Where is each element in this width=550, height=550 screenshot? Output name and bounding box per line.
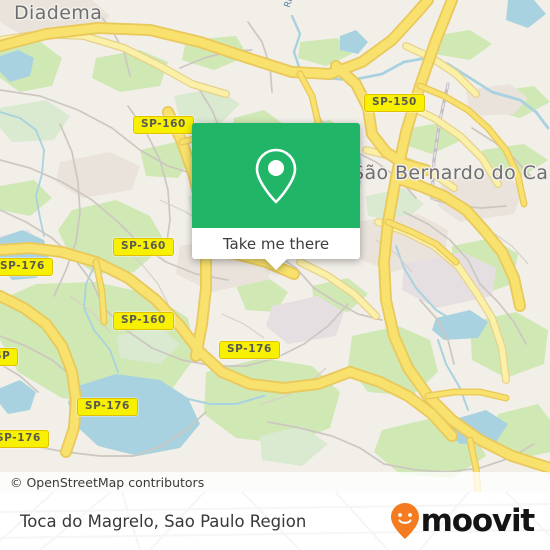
map-shield-sp-176-c[interactable]: SP-176: [77, 398, 138, 416]
map-shield-sp-176-b[interactable]: SP-176: [219, 341, 280, 359]
callout-pointer-tail: [265, 259, 287, 270]
map-pin-icon: [255, 148, 297, 203]
openstreetmap-attribution-text[interactable]: © OpenStreetMap contributors: [0, 475, 204, 490]
moovit-smiley-pin-icon: [390, 503, 419, 539]
map-shield-sp-partial[interactable]: SP: [0, 348, 19, 366]
callout-action-bar[interactable]: Take me there: [192, 228, 360, 270]
map-shield-sp-150[interactable]: SP-150: [364, 94, 425, 112]
take-me-there-callout[interactable]: Take me there: [192, 123, 360, 270]
footer-bar: Toca do Magrelo, Sao Paulo Region moovit: [0, 492, 550, 550]
callout-header: [192, 123, 360, 228]
moovit-wordmark: moovit: [420, 502, 536, 539]
map-shield-sp-176-d[interactable]: SP-176: [0, 430, 49, 448]
take-me-there-label: Take me there: [222, 234, 330, 253]
moovit-place-map-screen: .park { fill:#cfe8b4; } .park2 { fill:#d…: [0, 0, 550, 550]
map-attribution-bar: © OpenStreetMap contributors: [0, 472, 550, 492]
map-shield-sp-160-a[interactable]: SP-160: [133, 116, 194, 134]
place-title: Toca do Magrelo, Sao Paulo Region: [20, 511, 307, 531]
map-shield-sp-176-a[interactable]: SP-176: [0, 258, 53, 276]
map-shield-sp-160-b[interactable]: SP-160: [113, 238, 174, 256]
map-shield-sp-160-c[interactable]: SP-160: [113, 312, 174, 330]
moovit-logo[interactable]: moovit: [390, 502, 536, 540]
